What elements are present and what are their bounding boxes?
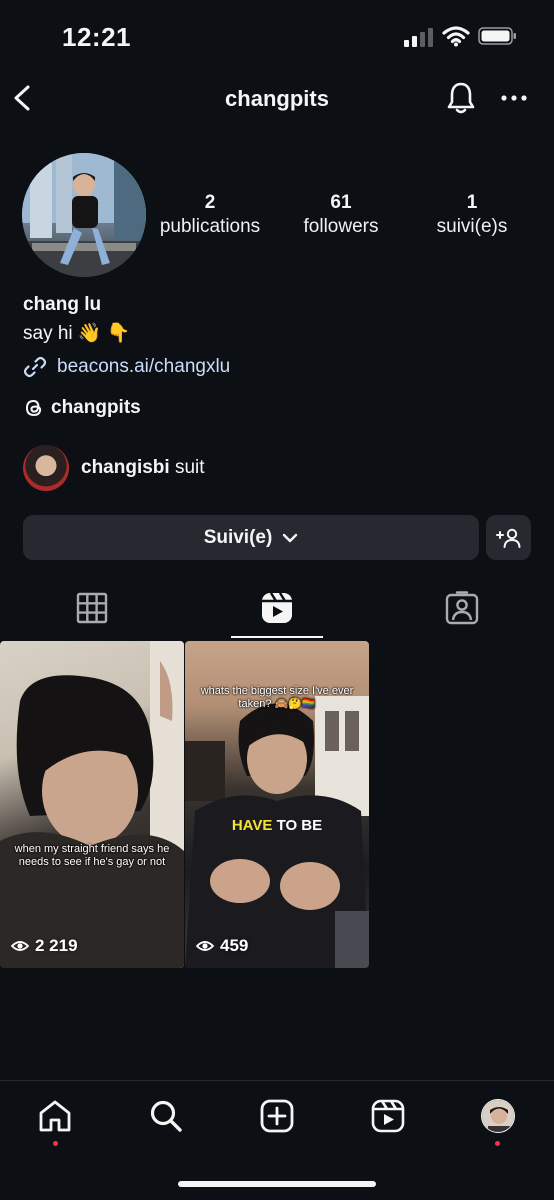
- nav-reels-icon[interactable]: [370, 1098, 406, 1134]
- nav-create-icon[interactable]: [259, 1098, 295, 1134]
- followed-by-text: changisbi suit: [81, 457, 205, 479]
- reel-views: 2 219: [11, 936, 78, 956]
- profile-link[interactable]: beacons.ai/changxlu: [23, 355, 230, 379]
- following-button-label: Suivi(e): [203, 526, 273, 548]
- home-notification-dot: [53, 1141, 58, 1146]
- reel-view-count: 2 219: [35, 936, 78, 955]
- followed-by-user: changisbi: [81, 457, 170, 478]
- reel-thumbnail: [0, 641, 184, 968]
- tab-grid-icon[interactable]: [74, 590, 110, 626]
- reel-overlay-rest: TO BE: [272, 817, 323, 834]
- active-tab-indicator: [231, 636, 323, 638]
- profile-photo: [22, 153, 146, 277]
- threads-badge[interactable]: changpits: [23, 397, 141, 419]
- nav-profile-avatar[interactable]: [481, 1099, 515, 1133]
- followed-by-avatar: [23, 445, 69, 491]
- chevron-down-icon: [283, 533, 298, 542]
- notification-bell-icon[interactable]: [445, 80, 477, 116]
- reel-views: 459: [196, 936, 248, 956]
- battery-icon: [478, 27, 516, 45]
- stat-publications-label: publications: [159, 216, 261, 237]
- reel-view-count: 459: [220, 936, 249, 955]
- tab-tagged-icon[interactable]: [444, 590, 480, 626]
- stat-followers[interactable]: 61 followers: [271, 192, 411, 240]
- eye-icon: [196, 941, 214, 951]
- reel-tile[interactable]: when my straight friend says he needs to…: [0, 641, 184, 968]
- stat-publications-value: 2: [204, 192, 216, 213]
- profile-thumbnail: [482, 1100, 514, 1132]
- more-options-icon[interactable]: [500, 88, 528, 108]
- tab-reels-icon[interactable]: [259, 590, 295, 626]
- status-time: 12:21: [62, 22, 131, 52]
- profile-name: chang lu: [23, 294, 102, 315]
- profile-link-text: beacons.ai/changxlu: [57, 356, 231, 377]
- threads-handle: changpits: [51, 397, 141, 418]
- wifi-icon: [442, 26, 470, 47]
- reel-overlay-highlight: HAVE: [231, 817, 273, 834]
- stat-followers-value: 61: [330, 192, 352, 213]
- reel-caption: when my straight friend says he needs to…: [14, 843, 170, 868]
- reel-caption: whats the biggest size I've ever taken? …: [200, 685, 354, 710]
- stat-followers-label: followers: [303, 216, 379, 237]
- profile-notification-dot: [495, 1141, 500, 1146]
- reel-overlay-text: HAVE TO BE: [185, 817, 369, 834]
- home-indicator: [178, 1181, 376, 1187]
- profile-bio: say hi 👋 👇: [23, 323, 131, 344]
- following-button[interactable]: Suivi(e): [23, 515, 479, 560]
- followed-by-suffix: suit: [169, 457, 205, 478]
- add-person-icon: [495, 528, 520, 548]
- threads-icon: [25, 399, 42, 417]
- nav-search-icon[interactable]: [148, 1098, 184, 1134]
- cellular-signal-icon: [404, 28, 433, 47]
- stat-following-value: 1: [466, 192, 478, 213]
- nav-home-icon[interactable]: [37, 1098, 73, 1134]
- suggested-people-button[interactable]: [486, 515, 531, 560]
- stat-publications[interactable]: 2 publications: [140, 192, 280, 240]
- link-icon: [23, 356, 47, 378]
- stat-following[interactable]: 1 suivi(e)s: [402, 192, 542, 240]
- reel-tile[interactable]: whats the biggest size I've ever taken? …: [185, 641, 369, 968]
- followed-by[interactable]: changisbi suit: [23, 445, 205, 491]
- bottom-nav-divider: [0, 1080, 554, 1081]
- eye-icon: [11, 941, 29, 951]
- profile-avatar[interactable]: [22, 153, 146, 277]
- stat-following-label: suivi(e)s: [436, 216, 508, 237]
